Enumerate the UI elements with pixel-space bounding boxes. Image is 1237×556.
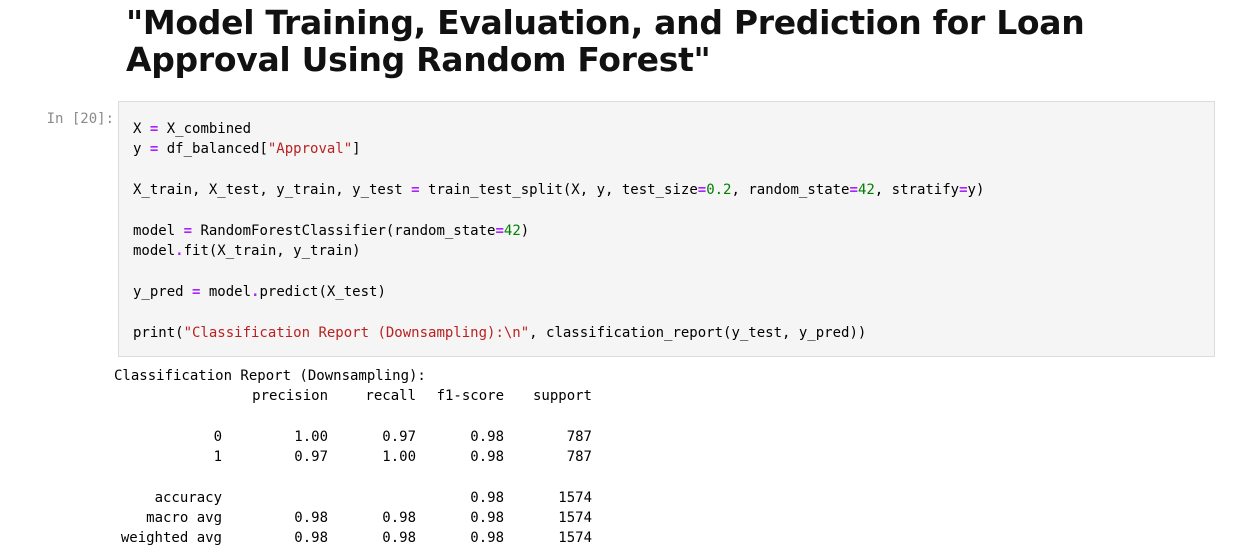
markdown-title: "Model Training, Evaluation, and Predict… [126,3,1085,79]
report-row-class-1: 1 0.97 1.00 0.98 787 [213,449,592,466]
cell-prompt: In [20]: [46,111,114,127]
report-blank-line [114,467,592,487]
report-row-macro-avg: macro avg 0.98 0.98 0.98 1574 [146,510,592,527]
code-line-3: X_train, X_test, y_train, y_test = train… [133,182,985,199]
report-row-class-0: 0 1.00 0.97 0.98 787 [213,428,592,445]
code-line-1: X = X_combined [133,121,252,137]
report-blank-line [114,407,592,427]
report-column-headers: precision recall f1-score support [252,388,592,405]
code-line-4: model = RandomForestClassifier(random_st… [133,222,530,239]
code-line-2: y = df_balanced["Approval"] [133,141,361,158]
cell-output: Classification Report (Downsampling): pr… [114,366,592,549]
code-line-7: print("Classification Report (Downsampli… [133,324,867,341]
report-row-weighted-avg: weighted avg 0.98 0.98 0.98 1574 [120,530,592,547]
code-cell[interactable]: X = X_combined y = df_balanced["Approval… [118,101,1215,357]
report-heading: Classification Report (Downsampling): [114,368,426,384]
code-line-6: y_pred = model.predict(X_test) [133,284,386,301]
report-row-accuracy: accuracy 0.98 1574 [154,489,592,506]
code-line-5: model.fit(X_train, y_train) [133,243,361,260]
